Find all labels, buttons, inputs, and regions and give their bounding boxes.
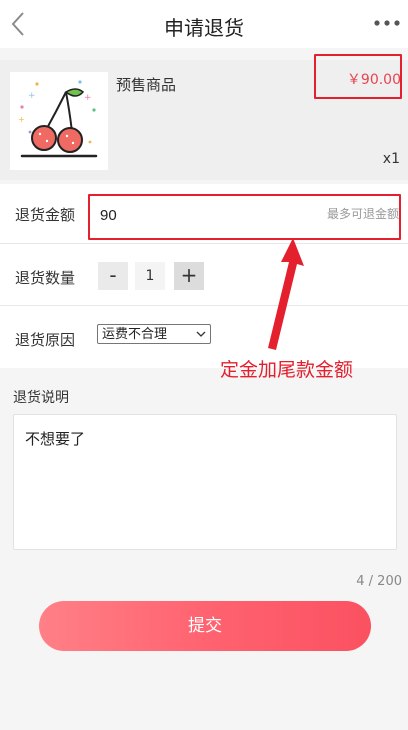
refund-amount-label: 退货金额 xyxy=(15,206,76,224)
product-name: 预售商品 xyxy=(116,76,177,94)
refund-reason-label: 退货原因 xyxy=(15,331,76,349)
refund-reason-select[interactable]: 运费不合理 xyxy=(97,324,211,344)
submit-button[interactable]: 提交 xyxy=(39,601,371,651)
annotation-label: 定金加尾款金额 xyxy=(220,359,354,381)
description-label: 退货说明 xyxy=(13,390,69,406)
svg-text:+: + xyxy=(18,115,25,124)
price-highlight-box xyxy=(314,54,402,99)
svg-text:+: + xyxy=(28,91,36,101)
chevron-down-icon xyxy=(196,331,206,337)
description-text: 不想要了 xyxy=(25,430,86,448)
refund-reason-value: 运费不合理 xyxy=(102,326,168,341)
product-quantity: x1 xyxy=(382,151,400,167)
annotation-arrow xyxy=(268,238,304,350)
product-thumbnail: + + + xyxy=(10,72,108,170)
more-button[interactable] xyxy=(372,13,402,33)
refund-quantity-row: 退货数量 xyxy=(0,244,408,306)
more-dots-icon xyxy=(374,20,400,26)
page-title: 申请退货 xyxy=(164,16,244,40)
amount-highlight-box xyxy=(88,194,401,240)
quantity-increment-button[interactable]: + xyxy=(174,262,204,290)
description-char-count: 4 / 200 xyxy=(356,574,402,589)
quantity-decrement-button[interactable]: - xyxy=(98,262,128,290)
svg-text:+: + xyxy=(84,93,92,103)
app-header: 申请退货 xyxy=(0,0,408,48)
cherry-icon: + + + xyxy=(18,80,98,158)
refund-quantity-label: 退货数量 xyxy=(15,269,76,287)
quantity-value: 1 xyxy=(135,262,165,290)
